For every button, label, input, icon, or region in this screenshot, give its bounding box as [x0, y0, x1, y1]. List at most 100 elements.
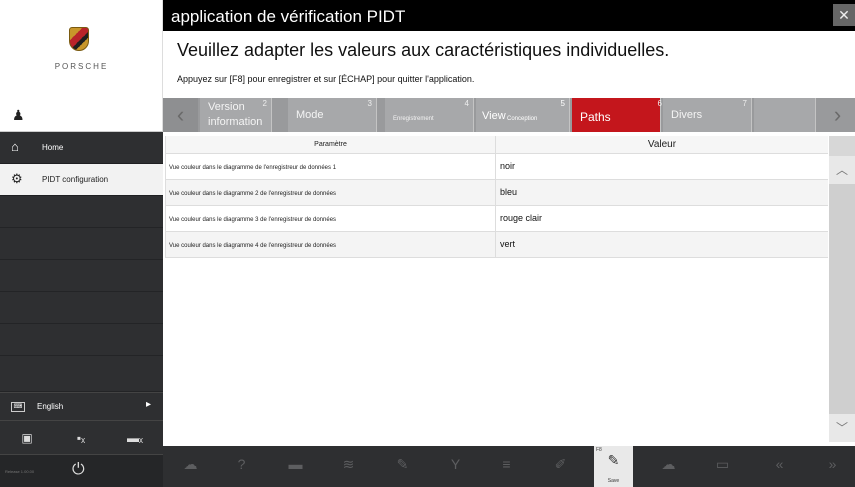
fkey-chart-button[interactable]: ≋: [329, 446, 368, 487]
fkey-list-button[interactable]: ▬: [276, 446, 315, 487]
scroll-thumb[interactable]: [829, 184, 855, 414]
fkey-print-button[interactable]: ▭: [703, 446, 742, 487]
tab-label: Paths: [580, 110, 611, 124]
tab-label: View: [482, 110, 506, 122]
table-row[interactable]: Vue couleur dans le diagramme 3 de l'enr…: [166, 206, 828, 232]
tab-empty[interactable]: [754, 98, 816, 132]
sidebar-empty-slot: [0, 356, 163, 392]
gear-icon: ⚙: [11, 171, 23, 186]
tab-number: 6: [657, 99, 662, 108]
fkey-table-button[interactable]: ≡: [487, 446, 526, 487]
cloud-icon: ☁: [661, 456, 676, 472]
tab-number: 4: [464, 99, 469, 108]
battery-icon[interactable]: ▣: [8, 426, 46, 450]
parameter-table: Paramètre Valeur Vue couleur dans le dia…: [165, 136, 828, 258]
porsche-crest-logo: [69, 27, 89, 51]
edit-icon: ✎: [396, 456, 409, 472]
save-button[interactable]: F8 ✎ Save: [594, 446, 633, 487]
language-selector[interactable]: ⌨ English ▸: [0, 392, 163, 420]
device-tool-row: ▣ ▪ₓ ▬ₓ: [0, 420, 163, 454]
person-icon: ♟: [12, 107, 25, 123]
tab-bar: ‹ 2 Version information 3 Mode 4 Enregis…: [163, 98, 855, 132]
device-disconnected-icon[interactable]: ▪ₓ: [62, 426, 100, 450]
chevron-right-icon: ▸: [146, 399, 152, 410]
fkey-filter-button[interactable]: Y: [436, 446, 475, 487]
tab-mode[interactable]: 3 Mode: [288, 98, 377, 132]
tab-label: Version information: [208, 101, 263, 128]
fkey-help-button[interactable]: ?: [222, 446, 261, 487]
list-icon: ▬: [288, 456, 303, 472]
tab-label: Mode: [296, 109, 324, 121]
value-cell[interactable]: rouge clair: [496, 206, 828, 231]
fkey-label: F8: [596, 447, 602, 453]
table-header: Paramètre Valeur: [166, 136, 828, 154]
sidebar-empty-slot: [0, 260, 163, 292]
param-cell: Vue couleur dans le diagramme 2 de l'enr…: [166, 180, 496, 205]
tab-enregistrement[interactable]: 4 Enregistrement: [385, 98, 474, 132]
title-bar: application de vérification PIDT ✕: [163, 0, 855, 31]
tab-number: 3: [367, 99, 372, 108]
power-row: Release 1.00.00 ⏻: [0, 454, 163, 487]
filter-icon: Y: [450, 456, 461, 472]
sidebar-empty-slot: [0, 324, 163, 356]
fkey-edit-button[interactable]: ✎: [383, 446, 422, 487]
tab-sublabel: Conception: [507, 116, 538, 122]
value-cell[interactable]: bleu: [496, 180, 828, 205]
fkey-cloud-button[interactable]: ☁: [171, 446, 210, 487]
close-button[interactable]: ✕: [833, 4, 855, 26]
brand-wordmark: PORSCHE: [54, 62, 109, 71]
chevron-up-icon[interactable]: ︿: [829, 156, 855, 184]
tab-divers[interactable]: 7 Divers: [663, 98, 752, 132]
chart-icon: ≋: [342, 456, 355, 472]
sidebar-item-home[interactable]: ⌂ Home: [0, 132, 163, 164]
tab-number: 7: [742, 99, 747, 108]
param-cell: Vue couleur dans le diagramme 3 de l'enr…: [166, 206, 496, 231]
tab-prev-button[interactable]: ‹: [163, 98, 198, 132]
version-label: Release 1.00.00: [5, 469, 35, 474]
tab-label: Divers: [671, 109, 703, 121]
value-cell[interactable]: vert: [496, 232, 828, 257]
print-icon: ▭: [715, 456, 730, 472]
table-row[interactable]: Vue couleur dans le diagramme 4 de l'enr…: [166, 232, 828, 258]
help-icon: ?: [237, 456, 246, 472]
table-row[interactable]: Vue couleur dans le diagramme de l'enreg…: [166, 154, 828, 180]
tab-number: 5: [560, 99, 565, 108]
logo-area: PORSCHE: [0, 0, 163, 98]
home-icon: ⌂: [11, 139, 19, 154]
vci-disconnected-icon[interactable]: ▬ₓ: [116, 426, 154, 450]
page-subtitle: Veuillez adapter les valeurs aux caracté…: [177, 40, 670, 60]
tab-view-conception[interactable]: 5 View Conception: [476, 98, 570, 132]
chevron-down-icon[interactable]: ﹀: [829, 414, 855, 442]
sidebar-item-pidt-configuration[interactable]: ⚙ PIDT configuration: [0, 164, 163, 196]
column-header-value: Valeur: [647, 139, 677, 150]
power-icon[interactable]: ⏻: [72, 461, 85, 479]
fkey-tools-button[interactable]: ✐: [541, 446, 580, 487]
tab-label: Enregistrement: [393, 116, 434, 122]
tab-paths[interactable]: 6 Paths: [572, 98, 662, 132]
fkey-forward-button[interactable]: »: [813, 446, 852, 487]
sidebar-empty-slot: [0, 292, 163, 324]
tools-icon: ✐: [554, 456, 567, 472]
cloud-icon: ☁: [183, 456, 198, 472]
fkey-cloud-2-button[interactable]: ☁: [649, 446, 688, 487]
save-icon: ✎: [607, 452, 620, 468]
save-caption: Save: [607, 478, 620, 484]
table-row[interactable]: Vue couleur dans le diagramme 2 de l'enr…: [166, 180, 828, 206]
instruction-hint: Appuyez sur [F8] pour enregistrer et sur…: [177, 74, 475, 84]
language-label: English: [37, 402, 64, 411]
param-cell: Vue couleur dans le diagramme de l'enreg…: [166, 154, 496, 179]
function-key-toolbar: ☁ ? ▬ ≋ ✎ Y ≡ ✐ F8 ✎ Save ☁ ▭ « »: [163, 446, 855, 487]
sidebar: PORSCHE ♟ ⌂ Home ⚙ PIDT configuration ⌨ …: [0, 0, 163, 487]
sidebar-empty-slot: [0, 228, 163, 260]
app-title: application de vérification PIDT: [171, 7, 406, 26]
vertical-scrollbar[interactable]: ︿ ﹀: [829, 136, 855, 442]
tab-version-information[interactable]: 2 Version information: [200, 98, 272, 132]
column-header-param: Paramètre: [166, 136, 496, 153]
sidebar-empty-slot: [0, 196, 163, 228]
fkey-rewind-button[interactable]: «: [760, 446, 799, 487]
tab-next-button[interactable]: ›: [820, 98, 855, 132]
keyboard-icon: ⌨: [11, 402, 25, 412]
user-row[interactable]: ♟: [0, 98, 163, 132]
forward-icon: »: [828, 456, 837, 472]
value-cell[interactable]: noir: [496, 154, 828, 179]
